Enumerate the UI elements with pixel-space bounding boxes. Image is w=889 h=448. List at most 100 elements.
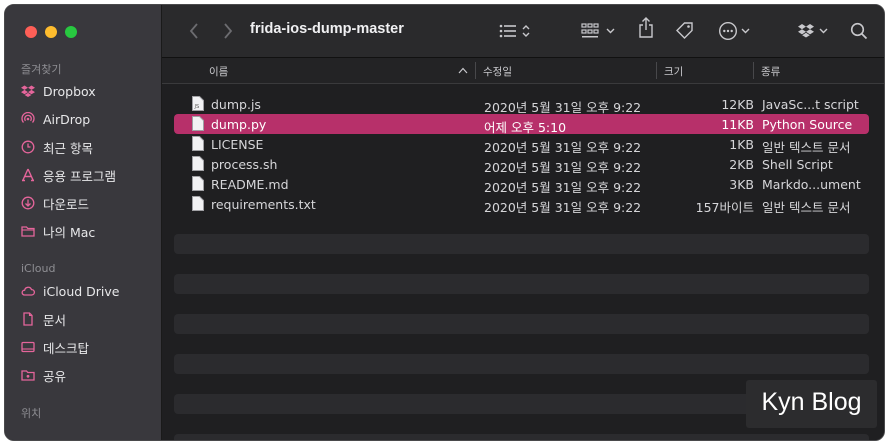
file-size: 1KB bbox=[729, 137, 754, 152]
empty-row-stripe bbox=[174, 314, 869, 334]
sidebar-item-shared[interactable]: 공유 bbox=[21, 364, 66, 386]
window-title: frida-ios-dump-master bbox=[250, 21, 404, 37]
close-window-button[interactable] bbox=[25, 26, 37, 38]
empty-row-stripe bbox=[174, 354, 869, 374]
sidebar-item-my-mac[interactable]: 나의 Mac bbox=[21, 220, 95, 242]
watermark-text: Kyn Blog bbox=[761, 388, 862, 416]
favorites-section-title: 즐겨찾기 bbox=[21, 63, 62, 76]
share-icon bbox=[639, 17, 653, 38]
file-name: README.md bbox=[211, 177, 289, 192]
minimize-window-button[interactable] bbox=[45, 26, 57, 38]
sidebar-item-recents[interactable]: 최근 항목 bbox=[21, 136, 93, 158]
file-icon: JS bbox=[192, 96, 204, 111]
column-divider[interactable] bbox=[753, 62, 754, 79]
file-size: 3KB bbox=[729, 177, 754, 192]
group-button[interactable] bbox=[581, 21, 619, 41]
sidebar-item-label: 나의 Mac bbox=[43, 224, 96, 240]
dropbox-icon bbox=[21, 85, 35, 97]
sidebar-item-documents[interactable]: 문서 bbox=[21, 308, 66, 330]
tag-button[interactable] bbox=[675, 21, 695, 41]
sidebar-item-downloads[interactable]: 다운로드 bbox=[21, 192, 89, 214]
sidebar-item-label: 문서 bbox=[43, 312, 67, 328]
group-icon bbox=[581, 23, 615, 38]
dropbox-toolbar-button[interactable] bbox=[798, 21, 832, 41]
column-size-header[interactable]: 크기 bbox=[664, 64, 683, 79]
blog-watermark: Kyn Blog bbox=[746, 380, 877, 428]
share-button[interactable] bbox=[638, 17, 654, 38]
table-row[interactable]: README.md 2020년 5월 31일 오후 9:22 3KB Markd… bbox=[174, 174, 869, 195]
zoom-window-button[interactable] bbox=[65, 26, 77, 38]
sidebar-item-label: 다운로드 bbox=[43, 196, 90, 212]
applications-icon bbox=[22, 168, 34, 182]
folder-icon bbox=[21, 226, 35, 237]
empty-row-stripe bbox=[174, 274, 869, 294]
file-size: 12KB bbox=[721, 97, 754, 112]
sidebar-item-label: 응용 프로그램 bbox=[43, 168, 116, 184]
cloud-icon bbox=[21, 286, 35, 296]
file-name: requirements.txt bbox=[211, 197, 316, 212]
sidebar-item-airdrop[interactable]: AirDrop bbox=[21, 108, 90, 130]
file-icon bbox=[192, 196, 204, 211]
more-actions-button[interactable] bbox=[718, 21, 754, 41]
column-date-header[interactable]: 수정일 bbox=[483, 64, 512, 79]
column-name-header[interactable]: 이름 bbox=[209, 64, 228, 79]
table-row[interactable]: process.sh 2020년 5월 31일 오후 9:22 2KB Shel… bbox=[174, 154, 869, 175]
empty-row-stripe bbox=[174, 434, 869, 440]
file-icon bbox=[192, 136, 204, 151]
svg-text:JS: JS bbox=[194, 104, 200, 110]
column-kind-header[interactable]: 종류 bbox=[761, 64, 780, 79]
file-size: 2KB bbox=[729, 157, 754, 172]
back-button[interactable] bbox=[188, 21, 200, 41]
shared-folder-icon bbox=[21, 370, 35, 381]
file-kind: Python Source bbox=[762, 117, 853, 132]
sidebar-item-desktop[interactable]: 데스크탑 bbox=[21, 336, 89, 358]
file-kind: Shell Script bbox=[762, 157, 833, 172]
file-size: 11KB bbox=[721, 117, 754, 132]
search-button[interactable] bbox=[850, 21, 868, 41]
search-icon bbox=[850, 22, 868, 40]
file-icon bbox=[192, 176, 204, 191]
document-icon bbox=[23, 312, 33, 326]
column-header: 이름 수정일 크기 종류 bbox=[162, 58, 884, 84]
sidebar-item-label: Dropbox bbox=[43, 83, 96, 99]
file-kind: JavaSc...t script bbox=[762, 97, 859, 112]
sidebar-item-applications[interactable]: 응용 프로그램 bbox=[21, 164, 116, 186]
table-row-selected[interactable]: dump.py 어제 오후 5:10 11KB Python Source bbox=[174, 114, 869, 135]
file-icon bbox=[192, 116, 204, 131]
sidebar-item-label: iCloud Drive bbox=[43, 283, 120, 299]
sidebar-item-label: 데스크탑 bbox=[43, 340, 90, 356]
locations-section-title: 위치 bbox=[21, 407, 42, 420]
column-divider[interactable] bbox=[656, 62, 657, 79]
sidebar-item-label: 최근 항목 bbox=[43, 140, 93, 156]
dropbox-icon bbox=[798, 24, 828, 38]
sidebar-item-icloud-drive[interactable]: iCloud Drive bbox=[21, 280, 119, 302]
sidebar: 즐겨찾기 Dropbox AirDrop 최근 항목 응용 프로그램 다운로드 … bbox=[5, 5, 162, 440]
chevron-left-icon bbox=[189, 23, 198, 39]
tag-icon bbox=[676, 22, 693, 39]
file-name: process.sh bbox=[211, 157, 278, 172]
download-icon bbox=[21, 196, 35, 210]
sidebar-item-label: AirDrop bbox=[43, 111, 91, 127]
file-kind: Markdo...ument bbox=[762, 177, 861, 192]
list-view-icon bbox=[499, 24, 530, 38]
table-row[interactable]: LICENSE 2020년 5월 31일 오후 9:22 1KB 일반 텍스트 … bbox=[174, 134, 869, 155]
chevron-right-icon bbox=[224, 23, 233, 39]
clock-icon bbox=[21, 140, 35, 154]
empty-row-stripe bbox=[174, 234, 869, 254]
desktop-icon bbox=[21, 341, 35, 353]
file-size: 157바이트 bbox=[695, 200, 754, 215]
sidebar-item-dropbox[interactable]: Dropbox bbox=[21, 80, 96, 102]
table-row[interactable]: requirements.txt 2020년 5월 31일 오후 9:22 15… bbox=[174, 194, 869, 215]
ellipsis-circle-icon bbox=[718, 21, 750, 41]
icloud-section-title: iCloud bbox=[21, 262, 56, 275]
sort-ascending-icon bbox=[458, 67, 468, 74]
file-icon bbox=[192, 156, 204, 171]
list-view-button[interactable] bbox=[499, 21, 535, 41]
column-divider[interactable] bbox=[475, 62, 476, 79]
table-row[interactable]: JS dump.js 2020년 5월 31일 오후 9:22 12KB Jav… bbox=[174, 94, 869, 115]
sidebar-item-label: 공유 bbox=[43, 368, 67, 384]
forward-button[interactable] bbox=[222, 21, 234, 41]
finder-window: 즐겨찾기 Dropbox AirDrop 최근 항목 응용 프로그램 다운로드 … bbox=[4, 4, 885, 441]
toolbar: frida-ios-dump-master bbox=[162, 5, 884, 58]
file-name: dump.py bbox=[211, 117, 267, 132]
